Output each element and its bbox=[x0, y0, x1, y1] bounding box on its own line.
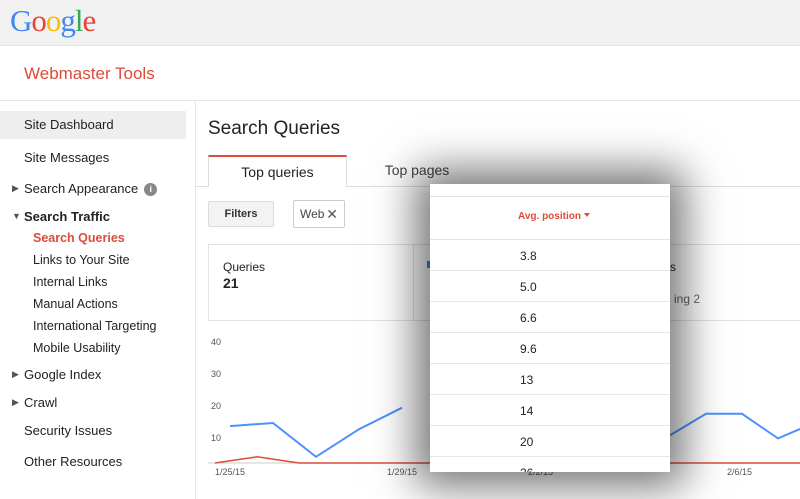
avg-position-cell: 26 bbox=[520, 466, 533, 472]
sidebar-item-label: Google Index bbox=[24, 367, 102, 382]
filters-button[interactable]: Filters bbox=[208, 201, 274, 227]
clicks-line-left bbox=[214, 456, 440, 464]
avg-position-popup: Avg. position 3.8 5.0 6.6 9.6 13 14 20 2… bbox=[430, 184, 670, 472]
sidebar-item-label: Crawl bbox=[24, 395, 58, 410]
tab-top-queries[interactable]: Top queries bbox=[208, 155, 347, 187]
avg-position-cell: 9.6 bbox=[520, 342, 537, 356]
filter-chip-web[interactable]: Web ✕ bbox=[293, 200, 345, 228]
sidebar-item-google-index[interactable]: ▶ Google Index bbox=[0, 367, 101, 382]
product-bar: Webmaster Tools bbox=[0, 46, 800, 101]
sidebar-item-links-to-your-site[interactable]: Links to Your Site bbox=[33, 253, 130, 267]
popup-header: Avg. position bbox=[430, 196, 670, 240]
avg-position-cell: 14 bbox=[520, 404, 534, 418]
product-title[interactable]: Webmaster Tools bbox=[24, 64, 155, 84]
sidebar-item-site-dashboard[interactable]: Site Dashboard bbox=[0, 111, 186, 139]
stat-label-partial: s bbox=[670, 260, 676, 274]
avg-position-cell: 3.8 bbox=[520, 249, 537, 263]
top-bar: Google bbox=[0, 0, 800, 46]
avg-position-cell: 5.0 bbox=[520, 280, 537, 294]
caret-down-icon: ▼ bbox=[12, 211, 21, 221]
impressions-line-left bbox=[229, 406, 403, 459]
table-row: 14 bbox=[430, 395, 670, 426]
avg-position-cell: 6.6 bbox=[520, 311, 537, 325]
tab-top-pages[interactable]: Top pages bbox=[357, 155, 477, 187]
stat-label-queries: Queries bbox=[223, 260, 266, 274]
y-tick-label: 30 bbox=[211, 369, 221, 379]
sidebar-item-manual-actions[interactable]: Manual Actions bbox=[33, 297, 118, 311]
avg-position-column-header[interactable]: Avg. position bbox=[518, 211, 590, 222]
sidebar-item-search-traffic[interactable]: ▼ Search Traffic bbox=[0, 209, 110, 224]
chip-label: Web bbox=[300, 207, 325, 221]
stat-divider bbox=[413, 244, 414, 321]
sidebar-item-search-appearance[interactable]: ▶ Search Appearance i bbox=[0, 181, 158, 196]
y-tick-label: 40 bbox=[211, 337, 221, 347]
x-tick-label: 2/6/15 bbox=[727, 467, 752, 477]
sidebar-item-site-messages[interactable]: Site Messages bbox=[24, 150, 109, 165]
caret-right-icon: ▶ bbox=[12, 183, 19, 193]
impressions-line-right bbox=[669, 412, 800, 440]
y-tick-label: 10 bbox=[211, 433, 221, 443]
table-row: 20 bbox=[430, 426, 670, 457]
avg-position-cell: 13 bbox=[520, 373, 534, 387]
google-logo[interactable]: Google bbox=[10, 3, 96, 39]
table-row: 13 bbox=[430, 364, 670, 395]
table-row: 9.6 bbox=[430, 333, 670, 364]
sort-desc-icon bbox=[583, 213, 590, 217]
caret-right-icon: ▶ bbox=[12, 397, 19, 407]
sidebar-item-security-issues[interactable]: Security Issues bbox=[24, 423, 112, 438]
x-tick-label: 1/29/15 bbox=[387, 467, 417, 477]
x-tick-label: 1/25/15 bbox=[215, 467, 245, 477]
sidebar-item-mobile-usability[interactable]: Mobile Usability bbox=[33, 341, 121, 355]
sidebar-item-search-queries[interactable]: Search Queries bbox=[33, 231, 125, 245]
table-row: 3.8 bbox=[430, 240, 670, 271]
table-row: 5.0 bbox=[430, 271, 670, 302]
caret-right-icon: ▶ bbox=[12, 369, 19, 379]
sidebar-item-label: Search Appearance bbox=[24, 181, 139, 196]
stat-text-partial: ing 2 bbox=[674, 292, 701, 306]
avg-position-cell: 20 bbox=[520, 435, 534, 449]
sidebar-item-other-resources[interactable]: Other Resources bbox=[24, 454, 122, 469]
sidebar-item-label: Search Traffic bbox=[24, 209, 110, 224]
sidebar-item-internal-links[interactable]: Internal Links bbox=[33, 275, 107, 289]
y-axis: 40 30 20 10 bbox=[211, 337, 221, 443]
sidebar-item-crawl[interactable]: ▶ Crawl bbox=[0, 395, 57, 410]
y-tick-label: 20 bbox=[211, 401, 221, 411]
stat-value-queries: 21 bbox=[223, 275, 239, 291]
tab-divider bbox=[196, 186, 208, 187]
close-icon[interactable]: ✕ bbox=[326, 201, 338, 227]
table-row: 26 bbox=[430, 457, 670, 472]
sidebar-item-international-targeting[interactable]: International Targeting bbox=[33, 319, 156, 333]
page-title: Search Queries bbox=[208, 118, 341, 139]
info-icon[interactable]: i bbox=[144, 183, 158, 196]
table-row: 6.6 bbox=[430, 302, 670, 333]
